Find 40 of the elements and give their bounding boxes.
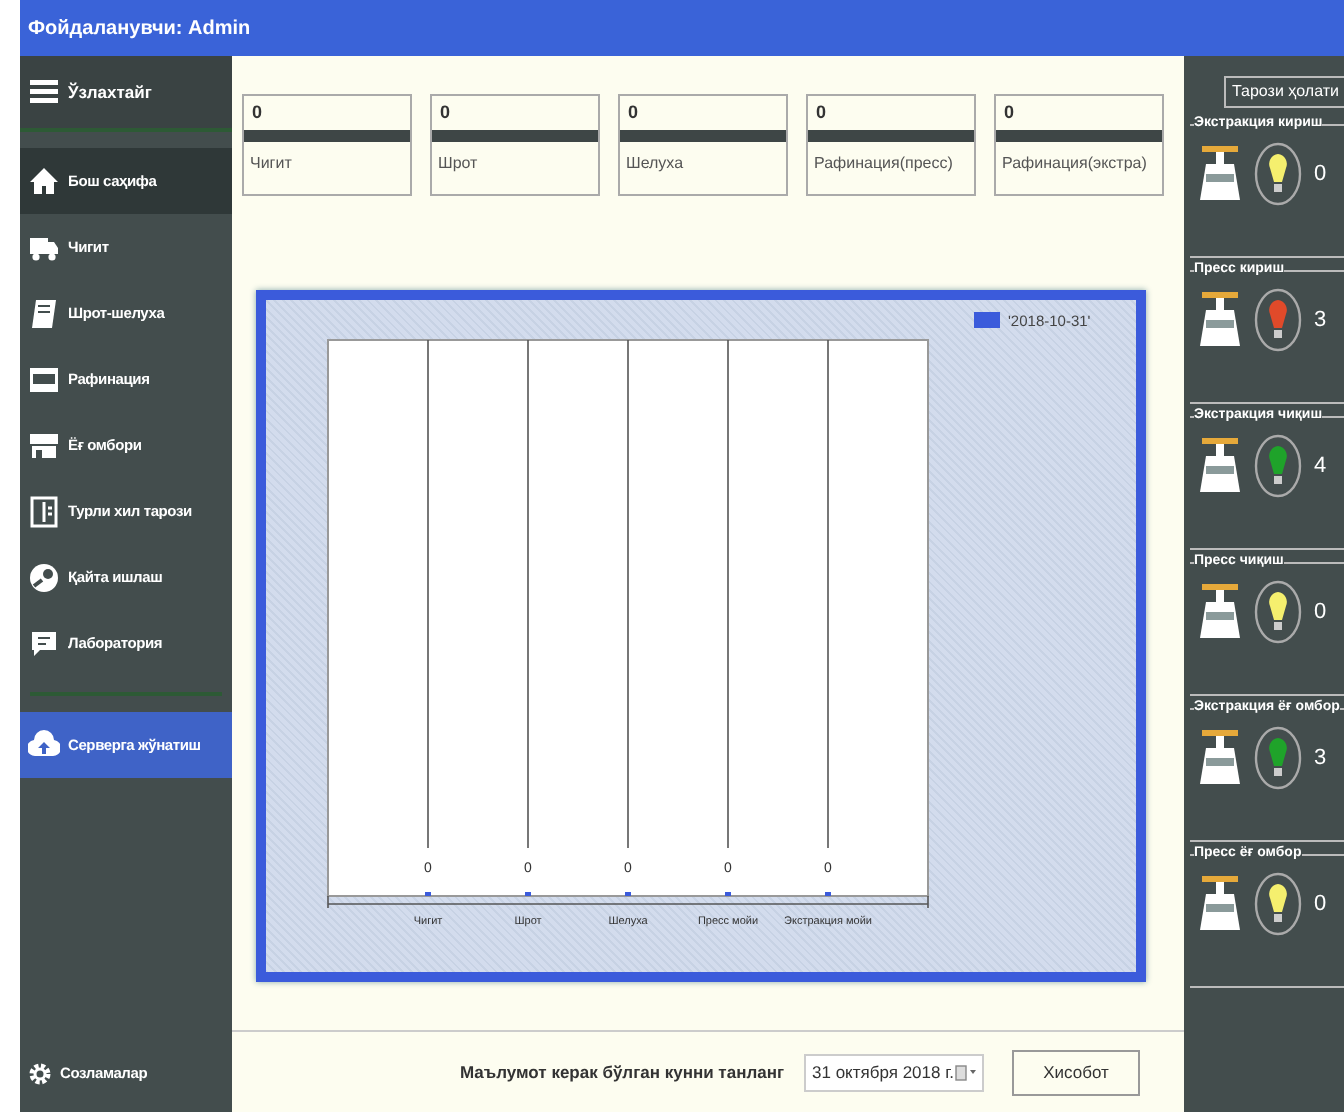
- scale-value: 4: [1314, 451, 1327, 482]
- calendar-icon: [954, 1063, 979, 1081]
- counter-value: 0: [1002, 100, 1017, 126]
- scale-icon: [1198, 146, 1242, 202]
- counter-value: 0: [250, 100, 265, 126]
- menu-header[interactable]: Ўзлахтайг: [20, 56, 232, 132]
- scale-icon: [1198, 292, 1242, 348]
- counter-value: 0: [814, 100, 829, 126]
- panel-title: Тарози ҳолати: [1224, 76, 1344, 108]
- scale-value: 3: [1314, 305, 1327, 336]
- scale-value: 0: [1314, 159, 1327, 190]
- scale-value: 0: [1314, 889, 1327, 920]
- store-icon: [28, 429, 60, 461]
- scale-icon: [1198, 876, 1242, 932]
- house-icon: [28, 165, 60, 197]
- counter-value: 0: [438, 100, 453, 126]
- settings-icon: [28, 1061, 52, 1085]
- menu-icon: [30, 80, 58, 104]
- scale-value: 0: [1314, 597, 1327, 628]
- window-icon: [28, 363, 60, 395]
- menu-label: Ўзлахтайг: [68, 79, 152, 105]
- date-picker[interactable]: 31 октября 2018 г.: [804, 1053, 985, 1091]
- date-prompt: Маълумот керак бўлган кунни танланг: [460, 1059, 785, 1085]
- counter-label: Шелуха: [624, 152, 686, 176]
- cloud-upload-icon: [28, 729, 60, 761]
- counter-label: Чигит: [248, 152, 294, 176]
- legend-swatch: [974, 312, 1000, 328]
- counter-label: Рафинация(пресс): [812, 152, 955, 176]
- scale-icon: [1198, 730, 1242, 786]
- counter-label: Рафинация(экстра): [1000, 152, 1149, 176]
- counter-value: 0: [626, 100, 641, 126]
- note-icon: [28, 627, 60, 659]
- book-icon: [28, 297, 60, 329]
- scale-icon: [1198, 438, 1242, 494]
- scale-value: 3: [1314, 743, 1327, 774]
- report-button[interactable]: Хисобот: [1012, 1049, 1141, 1095]
- counter-label: Шрот: [436, 152, 480, 176]
- panel-icon: [28, 495, 60, 527]
- scale-icon: [1198, 584, 1242, 640]
- window-title: Фойдаланувчи: Admin: [20, 0, 1344, 56]
